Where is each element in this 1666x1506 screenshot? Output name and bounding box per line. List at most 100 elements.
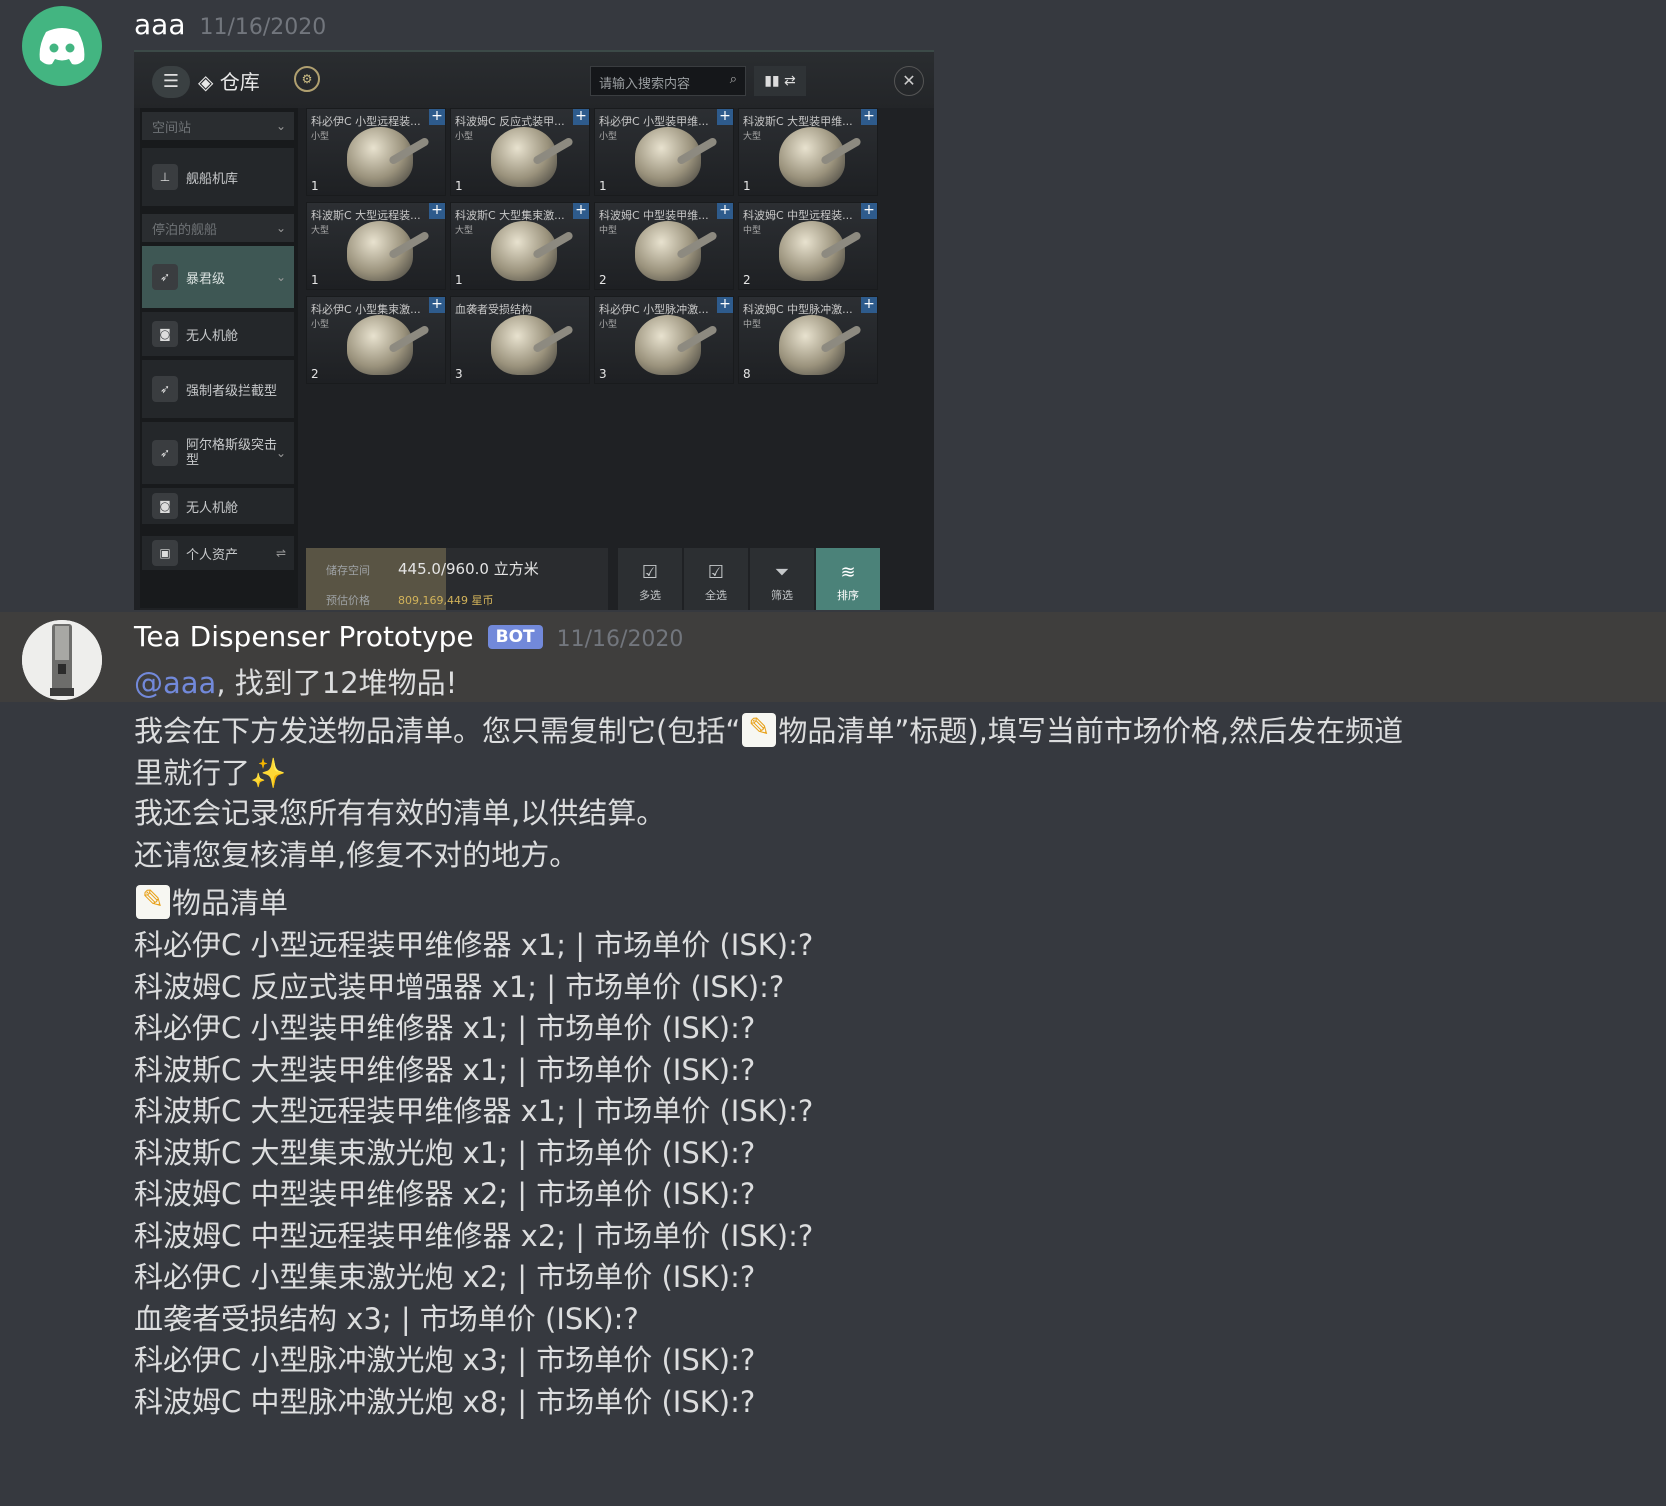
item-name: 科波姆C 中型远程装... [743, 209, 853, 222]
game-screenshot-attachment[interactable]: ☰ ◈ 仓库 ⚙ 请输入搜索内容 ⌕ ▮▮ ⇄ ✕ 空间站 ⌄ ⊥ 舰船机库 停… [134, 50, 934, 610]
sidebar-docked-header[interactable]: 停泊的舰船 ⌄ [142, 214, 294, 242]
inventory-item[interactable]: 科波姆C 中型远程装... 中型 2 + [738, 202, 878, 290]
ship-icon: ➶ [152, 376, 178, 402]
inventory-item[interactable]: 血袭者受损结构 3 [450, 296, 590, 384]
plus-icon[interactable]: + [717, 109, 733, 125]
item-name: 科必伊C 小型脉冲激... [599, 303, 709, 316]
list-item: 科波姆C 反应式装甲增强器 x1; | 市场单价 (ISK):? [134, 969, 785, 1004]
item-name: 科波斯C 大型远程装... [311, 209, 421, 222]
username[interactable]: aaa [134, 8, 185, 41]
timestamp[interactable]: 11/16/2020 [199, 15, 326, 40]
inventory-item[interactable]: 科波斯C 大型集束激... 大型 1 + [450, 202, 590, 290]
multi-select-button[interactable]: ☑ 多选 [618, 548, 682, 610]
message-header: Tea Dispenser Prototype BOT 11/16/2020 [134, 620, 683, 653]
item-quantity: 1 [743, 179, 751, 193]
search-input[interactable]: 请输入搜索内容 ⌕ [590, 66, 746, 96]
ship-icon: ➶ [152, 264, 178, 290]
inventory-item[interactable]: 科波斯C 大型远程装... 大型 1 + [306, 202, 446, 290]
sidebar-item-hangar[interactable]: ⊥ 舰船机库 [142, 148, 294, 206]
sidebar-location-header[interactable]: 空间站 ⌄ [142, 112, 294, 140]
bot-avatar[interactable] [22, 620, 102, 700]
search-icon[interactable]: ⌕ [730, 72, 737, 87]
sparkles-icon: ✨ [250, 756, 287, 790]
intro-line-1: 我会在下方发送物品清单。您只需复制它(包括“物品清单”标题),填写当前市场价格,… [134, 708, 1403, 750]
item-size: 大型 [743, 132, 762, 142]
item-quantity: 1 [311, 179, 319, 193]
item-size: 中型 [599, 226, 618, 236]
cube-icon: ◈ [198, 70, 214, 94]
item-size: 大型 [455, 226, 474, 236]
item-quantity: 1 [311, 273, 319, 287]
user-avatar[interactable] [22, 6, 102, 86]
item-quantity: 8 [743, 367, 751, 381]
sidebar-personal-assets[interactable]: ▣ 个人资产 ⇌ [142, 536, 294, 570]
plus-icon[interactable]: + [861, 109, 877, 125]
inventory-item[interactable]: 科波姆C 中型装甲维... 中型 2 + [594, 202, 734, 290]
item-size: 小型 [599, 320, 618, 330]
sort-button[interactable]: ≋ 排序 [816, 548, 880, 610]
username[interactable]: Tea Dispenser Prototype [134, 620, 474, 653]
list-item: 科波斯C 大型远程装甲维修器 x1; | 市场单价 (ISK):? [134, 1094, 814, 1128]
inventory-item[interactable]: 科必伊C 小型脉冲激... 小型 3 + [594, 296, 734, 384]
inventory-item[interactable]: 科必伊C 小型集束激... 小型 2 + [306, 296, 446, 384]
plus-icon[interactable]: + [429, 109, 445, 125]
message-aaa: aaa 11/16/2020 ☰ ◈ 仓库 ⚙ 请输入搜索内容 ⌕ ▮▮ ⇄ ✕… [0, 0, 1666, 612]
checkbox-icon: ☑ [641, 562, 659, 583]
item-quantity: 3 [599, 367, 607, 381]
sidebar-item-ship-argus[interactable]: ➶ 阿尔格斯级突击型 ⌄ [142, 422, 294, 484]
found-line: @aaa, 找到了12堆物品! [134, 666, 458, 700]
item-name: 科波姆C 中型脉冲激... [743, 303, 853, 316]
sidebar-item-drone-bay[interactable]: ◙ 无人机舱 [142, 312, 294, 356]
select-all-button[interactable]: ☑ 全选 [684, 548, 748, 610]
plus-icon[interactable]: + [861, 203, 877, 219]
inventory-item[interactable]: 科波斯C 大型装甲维... 大型 1 + [738, 108, 878, 196]
layers-icon: ≋ [840, 562, 856, 583]
list-item: 科必伊C 小型远程装甲维修器 x1; | 市场单价 (ISK):? [134, 928, 814, 962]
assets-icon: ▣ [152, 540, 178, 566]
list-item: 科必伊C 小型脉冲激光炮 x3; | 市场单价 (ISK):? [134, 1343, 756, 1377]
window-title: ◈ 仓库 [198, 70, 260, 94]
ship-icon: ➶ [152, 440, 178, 466]
item-name: 科必伊C 小型集束激... [311, 303, 421, 316]
filter-button[interactable]: ⏷ 筛选 [750, 548, 814, 610]
plus-icon[interactable]: + [573, 203, 589, 219]
plus-icon[interactable]: + [429, 297, 445, 313]
user-mention[interactable]: @aaa [134, 666, 216, 700]
sidebar-item-ship-enforcer[interactable]: ➶ 强制者级拦截型 [142, 360, 294, 418]
price-value: 809,169,449 星币 [398, 594, 494, 607]
sidebar-item-ship-tyrant[interactable]: ➶ 暴君级 ⌄ [142, 246, 294, 308]
item-size: 小型 [599, 132, 618, 142]
hangar-icon: ⊥ [152, 164, 178, 190]
inventory-item[interactable]: 科必伊C 小型远程装... 小型 1 + [306, 108, 446, 196]
list-item: 科必伊C 小型集束激光炮 x2; | 市场单价 (ISK):? [134, 1260, 756, 1294]
filter-icon: ⏷ [774, 562, 790, 583]
item-quantity: 2 [599, 273, 607, 287]
item-name: 科必伊C 小型远程装... [311, 115, 421, 128]
storage-summary: 储存空间 445.0/960.0 立方米 预估价格 809,169,449 星币 [306, 548, 608, 610]
plus-icon[interactable]: + [861, 297, 877, 313]
view-toggle-icon[interactable]: ▮▮ ⇄ [754, 66, 806, 96]
message-header: aaa 11/16/2020 [134, 8, 326, 41]
settings-gear-icon[interactable]: ⚙ [294, 66, 320, 92]
timestamp[interactable]: 11/16/2020 [557, 627, 684, 652]
menu-icon[interactable]: ☰ [152, 66, 190, 98]
item-quantity: 1 [455, 273, 463, 287]
close-icon[interactable]: ✕ [894, 66, 924, 96]
list-item: 科必伊C 小型装甲维修器 x1; | 市场单价 (ISK):? [134, 1011, 756, 1045]
item-name: 血袭者受损结构 [455, 303, 532, 316]
plus-icon[interactable]: + [573, 109, 589, 125]
inventory-sidebar: 空间站 ⌄ ⊥ 舰船机库 停泊的舰船 ⌄ ➶ 暴君级 ⌄ ◙ 无人机舱 ➶ 强制… [140, 108, 298, 608]
inventory-item[interactable]: 科必伊C 小型装甲维... 小型 1 + [594, 108, 734, 196]
plus-icon[interactable]: + [717, 203, 733, 219]
inventory-item[interactable]: 科波姆C 中型脉冲激... 中型 8 + [738, 296, 878, 384]
list-item: 科波姆C 中型装甲维修器 x2; | 市场单价 (ISK):? [134, 1177, 756, 1211]
item-name: 科波斯C 大型集束激... [455, 209, 565, 222]
intro-line-2: 里就行了✨ [134, 756, 287, 790]
item-quantity: 1 [599, 179, 607, 193]
sidebar-item-drone-bay-2[interactable]: ◙ 无人机舱 [142, 488, 294, 524]
plus-icon[interactable]: + [429, 203, 445, 219]
inventory-item[interactable]: 科波姆C 反应式装甲... 小型 1 + [450, 108, 590, 196]
item-quantity: 3 [455, 367, 463, 381]
bot-badge: BOT [487, 625, 543, 649]
plus-icon[interactable]: + [717, 297, 733, 313]
